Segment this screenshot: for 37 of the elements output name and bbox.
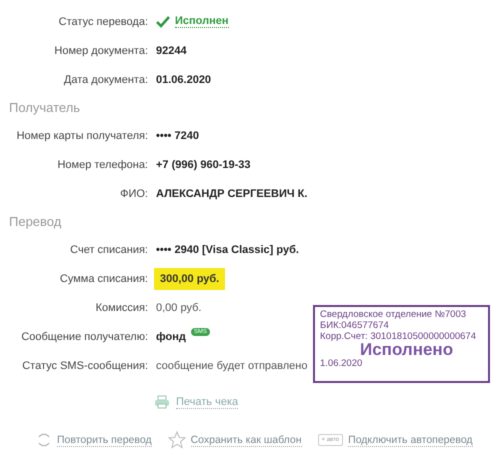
action-link[interactable]: Подключить автоперевод (348, 434, 473, 446)
amount-value: 300,00 руб. (154, 268, 226, 290)
field-label: Номер документа: (53, 44, 148, 56)
field-label: Сообщение получателю: (20, 330, 148, 342)
field-value: +7 (996) 960-19-33 (156, 158, 250, 170)
field-label: Номер телефона: (56, 158, 148, 170)
section-heading: Перевод (8, 213, 62, 231)
field-value: •••• 7240 (156, 130, 199, 142)
stamp-text: Корр.Счет: 30101810500000000674 (320, 331, 476, 342)
action-link[interactable]: Сохранить как шаблон (190, 434, 302, 446)
field-label: Дата документа: (62, 74, 148, 86)
field-label: ФИО: (119, 188, 148, 200)
check-icon (156, 16, 170, 28)
message-value: фонд (156, 330, 186, 342)
field-value: 92244 (156, 44, 187, 56)
stamp-text: Свердловское отделение №7003 (320, 309, 466, 320)
status-value[interactable]: Исполнен (175, 15, 229, 28)
stamp-text: БИК:046577674 (320, 320, 389, 331)
field-label: Счет списания: (69, 244, 148, 256)
field-label: Комиссия: (94, 302, 148, 314)
field-label: Статус перевода: (58, 16, 148, 28)
star-icon[interactable] (168, 431, 186, 449)
printer-icon[interactable] (154, 395, 170, 409)
section-heading: Получатель (8, 99, 82, 117)
field-label: Статус SMS-сообщения: (21, 360, 148, 372)
field-value: 0,00 руб. (156, 302, 202, 314)
field-label: Номер карты получателя: (16, 130, 148, 142)
field-value: •••• 2940 [Visa Classic] руб. (156, 244, 299, 256)
stamp-date: 1.06.2020 (320, 358, 362, 369)
field-label: Сумма списания: (58, 272, 148, 284)
field-value: сообщение будет отправлено (156, 360, 308, 372)
field-value: 01.06.2020 (156, 74, 212, 86)
print-receipt-link[interactable]: Печать чека (176, 396, 238, 408)
field-value: АЛЕКСАНДР СЕРГЕЕВИЧ К. (156, 188, 308, 200)
action-link[interactable]: Повторить перевод (57, 434, 152, 446)
stamp-status: Исполнено (360, 342, 454, 358)
refresh-icon[interactable] (36, 432, 52, 448)
